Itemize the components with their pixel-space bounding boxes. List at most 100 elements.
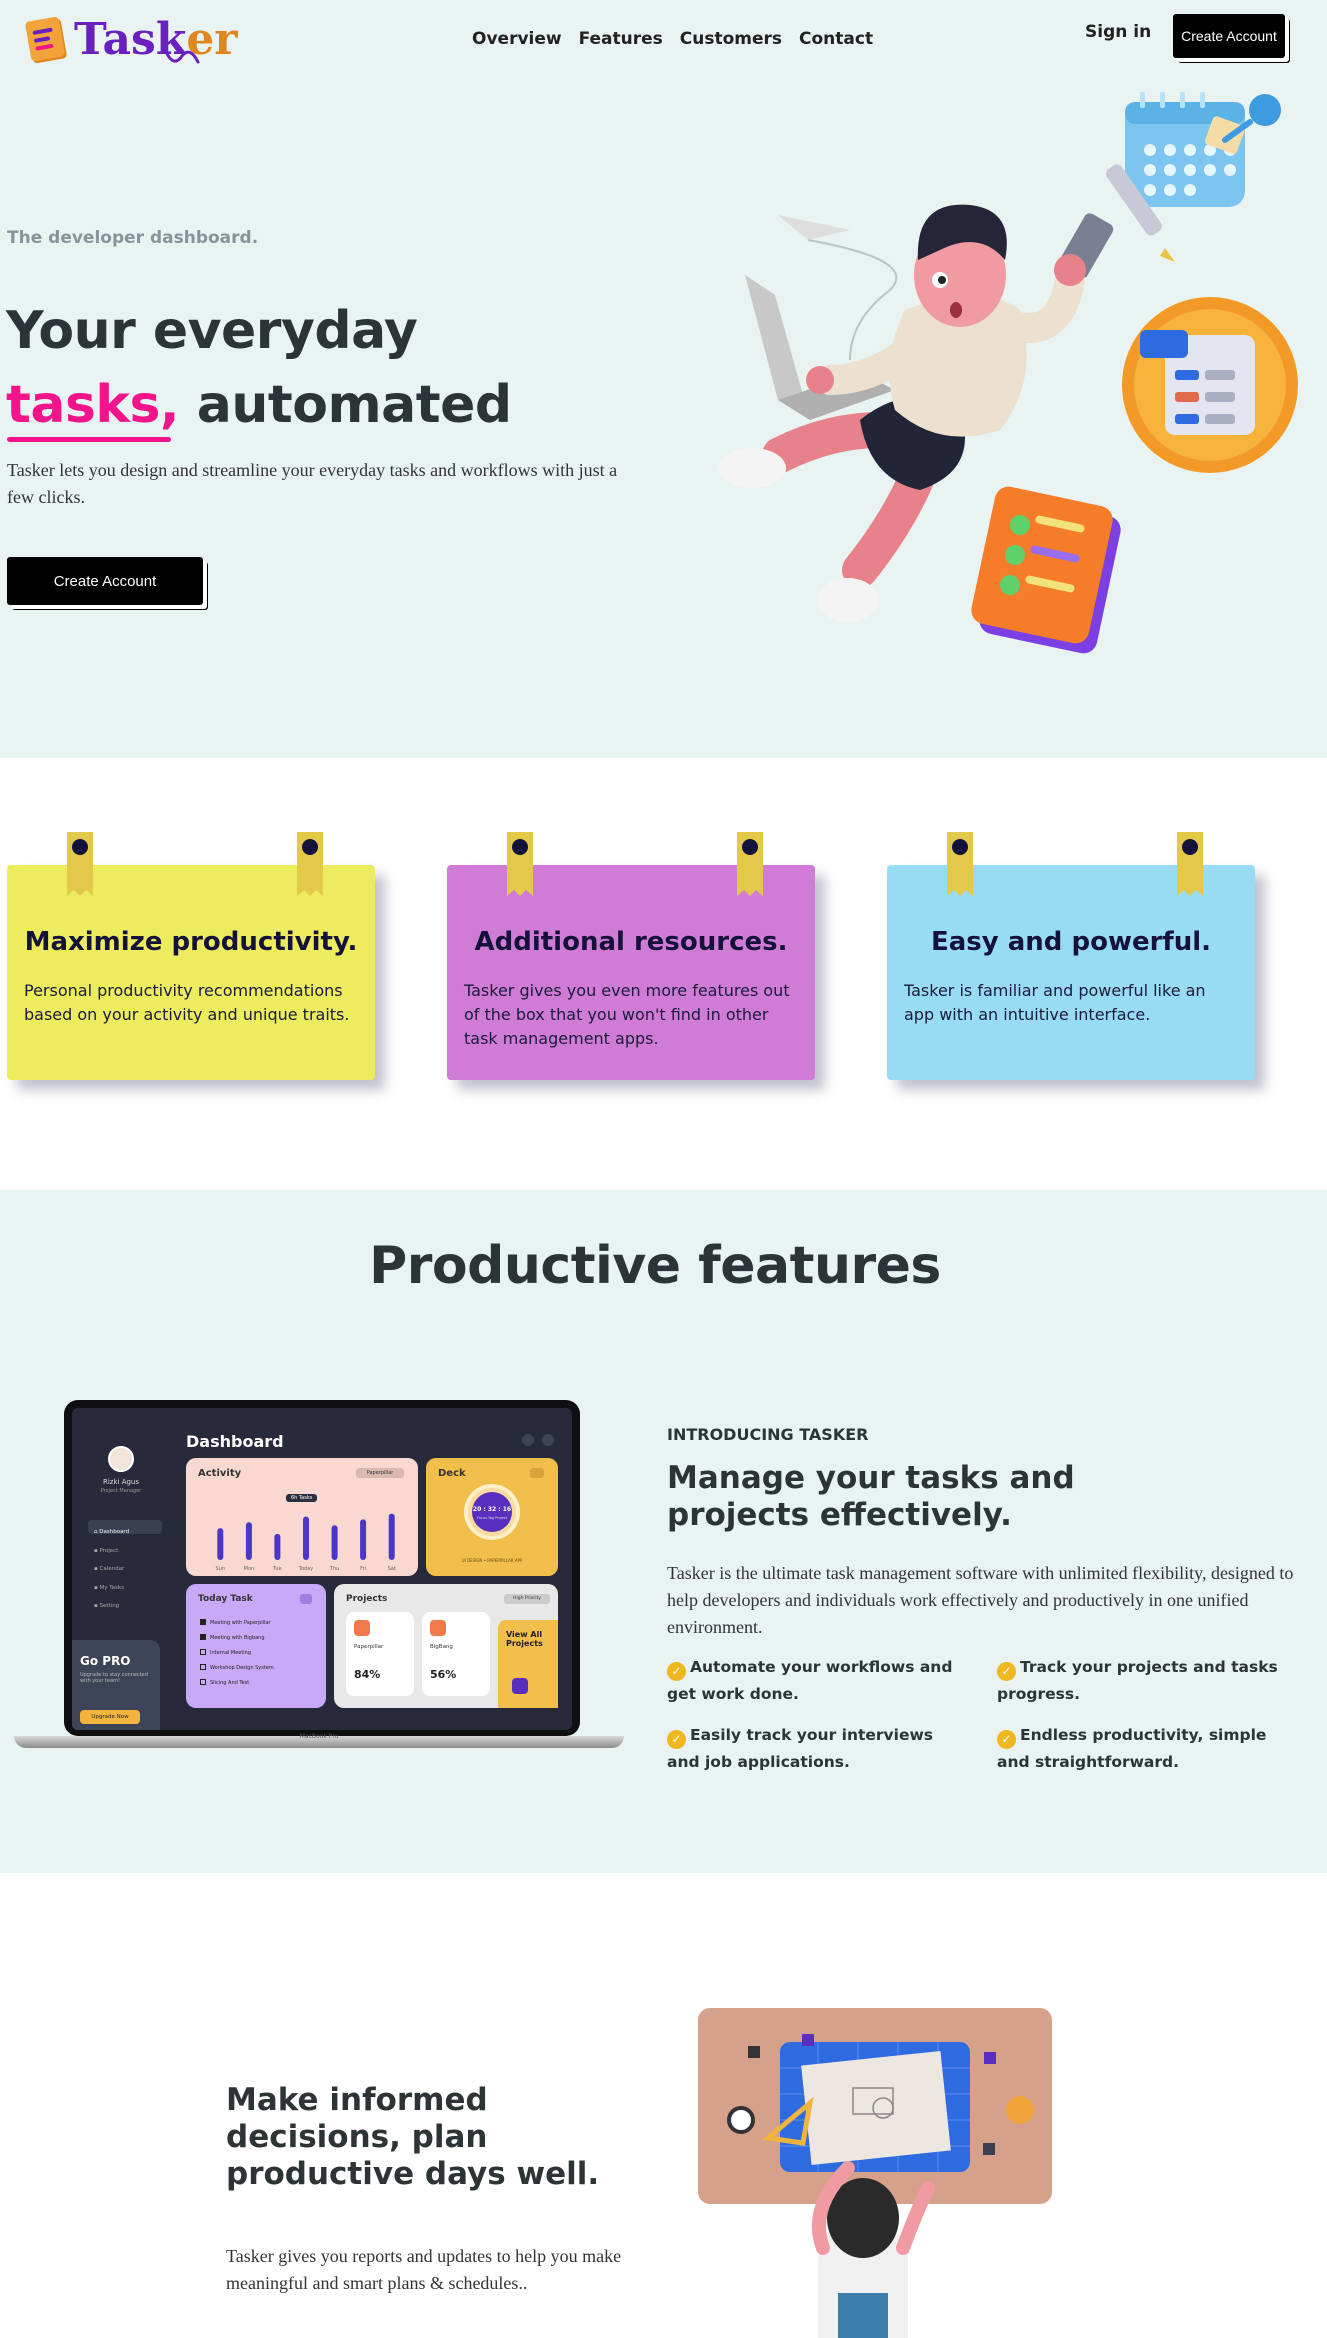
activity-bar [303, 1516, 309, 1560]
pin-tab-icon [507, 832, 533, 896]
desk-illustration [698, 2008, 1052, 2338]
card-easy-and-powerful: Easy and powerful. Tasker is familiar an… [887, 832, 1255, 1080]
feature-bullet-text: Automate your workflows and get work don… [667, 1658, 953, 1703]
projects-filter-select[interactable]: High Priority [504, 1594, 550, 1604]
sidebar-item-setting[interactable]: ▪ Setting [94, 1597, 129, 1616]
card-text: Tasker gives you even more features out … [464, 981, 790, 1048]
task-board-icon [1122, 297, 1298, 473]
check-icon: ✓ [997, 1662, 1016, 1681]
today-task-list: Meeting with Paperpillar Meeting with Big… [200, 1616, 274, 1691]
hero-title-rest: automated [179, 375, 512, 435]
dashboard-sidebar: Rizki Agus Project Manager ⌂ Dashboard ▪… [72, 1408, 170, 1730]
task-item[interactable]: Meeting with Bigbang [200, 1631, 274, 1646]
task-item[interactable]: Internal Meeting [200, 1646, 274, 1661]
project-progress: 56% [430, 1668, 457, 1681]
activity-bar [331, 1525, 338, 1560]
card-title: Easy and powerful. [930, 927, 1212, 957]
hero-create-account-button[interactable]: Create Account [7, 557, 203, 605]
activity-bar [388, 1513, 395, 1560]
feature-bullet: ✓ Endless productivity, simple and straig… [997, 1722, 1297, 1775]
deck-caption: UI DESIGN • PAPERPILLAR APP [461, 1558, 523, 1563]
nav-overview[interactable]: Overview [472, 29, 562, 49]
deck-title: Deck [438, 1468, 466, 1479]
task-label: Workshop Design System [210, 1665, 274, 1671]
intro-kicker: INTRODUCING TASKER [667, 1425, 869, 1444]
decisions-section: Make informed decisions, plan productive… [0, 1873, 1327, 2338]
checked-checkbox-icon[interactable] [200, 1634, 206, 1640]
go-pro-text: Upgrade to stay connected with your team… [80, 1672, 148, 1684]
project-card[interactable]: Paperpillar 84% [346, 1612, 414, 1696]
sidebar-item-my-tasks[interactable]: ▪ My Tasks [94, 1579, 129, 1598]
card-maximize-productivity: Maximize productivity. Personal producti… [7, 832, 375, 1080]
highlight-underline [7, 437, 171, 442]
chevron-down-icon[interactable] [530, 1468, 544, 1478]
calendar-icon[interactable] [300, 1594, 312, 1604]
activity-day-label: Mon [244, 1566, 255, 1572]
header-create-account-button[interactable]: Create Account [1173, 14, 1285, 58]
sidebar-menu: ⌂ Dashboard ▪ Project ▪ Calendar ▪ My Ta… [94, 1523, 129, 1616]
sidebar-item-label: Setting [99, 1603, 120, 1609]
pin-tab-icon [737, 832, 763, 896]
activity-bar [274, 1533, 281, 1560]
hero-description: Tasker lets you design and streamline yo… [7, 460, 618, 507]
settings-icon[interactable] [542, 1434, 554, 1446]
features-section: Productive features Rizki Agus Project M… [0, 1190, 1327, 1873]
projects-title: Projects [346, 1594, 388, 1604]
nav-customers[interactable]: Customers [680, 29, 782, 49]
upgrade-now-button[interactable]: Upgrade Now [80, 1710, 140, 1724]
nav-contact[interactable]: Contact [799, 29, 873, 49]
feature-bullet-text: Easily track your interviews and job app… [667, 1726, 934, 1771]
feature-bullet: ✓ Track your projects and tasks progress. [997, 1654, 1297, 1707]
avatar [108, 1446, 134, 1472]
task-label: Meeting with Bigbang [210, 1635, 265, 1641]
today-task-card: Today Task Meeting with Paperpillar Meeti… [186, 1584, 326, 1708]
activity-day-label: Tue [272, 1566, 282, 1572]
task-item[interactable]: Slicing And Test [200, 1676, 274, 1691]
task-item[interactable]: Workshop Design System [200, 1661, 274, 1676]
search-icon[interactable] [522, 1434, 534, 1446]
checked-checkbox-icon[interactable] [200, 1619, 206, 1625]
card-text: Tasker is familiar and powerful like an … [904, 981, 1206, 1024]
user-name: Rizki Agus [102, 1478, 140, 1486]
intro-title: Manage your tasks and projects effective… [667, 1460, 1075, 1533]
empty-checkbox-icon[interactable] [200, 1679, 206, 1685]
activity-day-label: Today [298, 1566, 314, 1572]
empty-checkbox-icon[interactable] [200, 1664, 206, 1670]
app-icon [983, 2143, 995, 2155]
card-additional-resources: Additional resources. Tasker gives you e… [447, 832, 815, 1080]
project-card[interactable]: BigBang 56% [422, 1612, 490, 1696]
activity-bar-chart: Sun Mon Tue Today Thu Fri Sat [216, 1513, 396, 1572]
hero-title-line1: Your everyday [6, 301, 418, 361]
check-icon: ✓ [997, 1730, 1016, 1749]
activity-bar [360, 1519, 367, 1560]
card-text: Personal productivity recommendations ba… [24, 981, 350, 1024]
sign-in-link[interactable]: Sign in [1085, 22, 1151, 42]
notebook-logo-icon [22, 15, 70, 65]
decisions-description: Tasker gives you reports and updates to … [226, 2246, 622, 2293]
nav-features[interactable]: Features [579, 29, 663, 49]
hero-illustration [718, 92, 1298, 654]
view-all-label: View All Projects [506, 1630, 543, 1648]
task-label: Internal Meeting [210, 1650, 252, 1656]
activity-filter-select[interactable]: Paperpillar [356, 1468, 404, 1478]
sidebar-item-calendar[interactable]: ▪ Calendar [94, 1560, 129, 1579]
paper-plane-icon [778, 215, 898, 361]
pin-tab-icon [297, 832, 323, 896]
task-label: Meeting with Paperpillar [210, 1620, 271, 1626]
decisions-title: Make informed decisions, plan productive… [226, 2082, 600, 2192]
view-all-projects-button[interactable]: View All Projects [498, 1620, 558, 1708]
intro-description: Tasker is the ultimate task management s… [667, 1563, 1294, 1637]
pin-tab-icon [1177, 832, 1203, 896]
card-title: Maximize productivity. [24, 927, 358, 957]
activity-card: Activity Paperpillar 6h Tasks Sun Mon Tue T… [186, 1458, 418, 1576]
sidebar-item-project[interactable]: ▪ Project [94, 1542, 129, 1561]
project-name: Paperpillar [354, 1644, 384, 1650]
benefits-section: Maximize productivity. Personal producti… [0, 758, 1327, 1190]
empty-checkbox-icon[interactable] [200, 1649, 206, 1655]
pin-tab-icon [67, 832, 93, 896]
feature-bullet: ✓ Easily track your interviews and job ap… [667, 1722, 967, 1775]
main-nav: Overview Features Customers Contact [472, 29, 873, 49]
sidebar-item-dashboard[interactable]: ⌂ Dashboard [94, 1523, 129, 1542]
today-task-title: Today Task [198, 1594, 253, 1604]
task-item[interactable]: Meeting with Paperpillar [200, 1616, 274, 1631]
